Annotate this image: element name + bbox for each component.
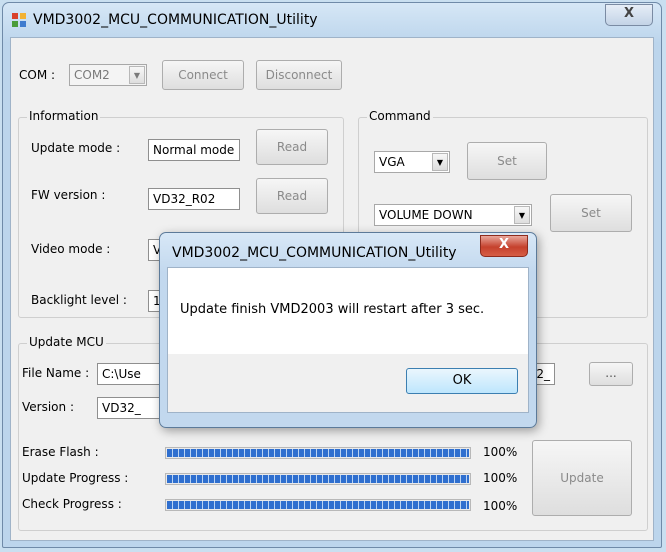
information-group-title: Information: [27, 109, 101, 123]
erase-flash-progress: [165, 447, 471, 459]
check-progress-bar: [165, 499, 471, 511]
command-set-button[interactable]: Set: [550, 194, 632, 232]
check-progress-label: Check Progress :: [22, 497, 122, 511]
chevron-down-icon: ▼: [514, 206, 530, 224]
erase-flash-progress-fill: [167, 449, 469, 457]
command-select[interactable]: VOLUME DOWN ▼: [374, 204, 532, 226]
backlight-label: Backlight level :: [31, 293, 127, 307]
video-mode-label: Video mode :: [31, 242, 111, 256]
message-dialog: VMD3002_MCU_COMMUNICATION_Utility X Upda…: [159, 232, 537, 428]
window-close-button[interactable]: X: [605, 4, 653, 26]
source-select[interactable]: VGA ▼: [374, 151, 450, 173]
source-select-value: VGA: [379, 155, 405, 169]
dialog-message: Update finish VMD2003 will restart after…: [180, 302, 485, 317]
browse-button[interactable]: ...: [589, 362, 633, 386]
version-label: Version :: [22, 400, 74, 414]
update-mcu-group-title: Update MCU: [27, 335, 106, 349]
erase-flash-percent: 100%: [483, 445, 518, 459]
update-mode-field: Normal mode: [148, 139, 240, 161]
ok-button[interactable]: OK: [406, 368, 518, 394]
dialog-close-button[interactable]: X: [480, 235, 528, 257]
erase-flash-label: Erase Flash :: [22, 445, 99, 459]
fw-version-label: FW version :: [31, 188, 106, 202]
app-icon: [12, 13, 26, 27]
update-progress-bar: [165, 473, 471, 485]
chevron-down-icon: ▼: [129, 66, 145, 84]
check-progress-percent: 100%: [483, 499, 518, 513]
title-bar: VMD3002_MCU_COMMUNICATION_Utility X: [3, 3, 661, 37]
disconnect-button[interactable]: Disconnect: [256, 60, 342, 90]
dialog-body: Update finish VMD2003 will restart after…: [167, 267, 529, 413]
file-name-label: File Name :: [22, 366, 90, 380]
dialog-title: VMD3002_MCU_COMMUNICATION_Utility: [172, 245, 457, 261]
update-progress-fill: [167, 475, 469, 483]
fw-version-field: VD32_R02: [148, 188, 240, 210]
file-name-value: C:\Use: [102, 367, 141, 381]
update-progress-label: Update Progress :: [22, 471, 129, 485]
fw-version-read-button[interactable]: Read: [256, 178, 328, 214]
connect-button[interactable]: Connect: [162, 60, 244, 90]
com-label: COM :: [19, 68, 56, 82]
update-button[interactable]: Update: [532, 440, 632, 516]
com-port-value: COM2: [74, 68, 110, 82]
update-mode-read-button[interactable]: Read: [256, 129, 328, 165]
check-progress-fill: [167, 501, 469, 509]
source-set-button[interactable]: Set: [467, 142, 547, 180]
chevron-down-icon: ▼: [432, 153, 448, 171]
com-port-select[interactable]: COM2 ▼: [69, 64, 147, 86]
command-group-title: Command: [367, 109, 433, 123]
window-title: VMD3002_MCU_COMMUNICATION_Utility: [33, 12, 318, 28]
update-mode-label: Update mode :: [31, 141, 121, 155]
command-select-value: VOLUME DOWN: [379, 208, 473, 222]
update-progress-percent: 100%: [483, 471, 518, 485]
